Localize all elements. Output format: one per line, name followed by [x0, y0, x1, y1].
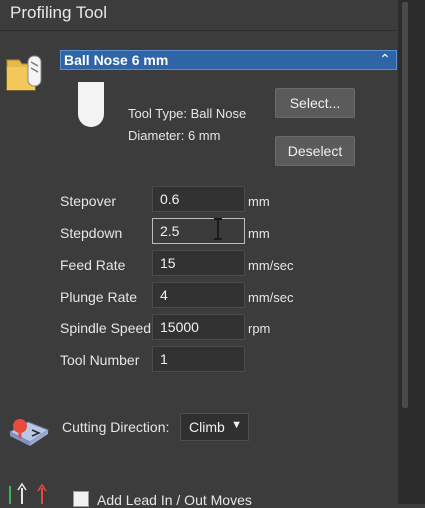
- spindle-speed-unit: rpm: [248, 321, 271, 336]
- text-cursor-icon: [214, 218, 222, 240]
- profiling-tool-panel: Profiling Tool Ball Nose 6 mm ⌃ Tool Typ…: [0, 0, 425, 508]
- tool-diameter-text: Diameter: 6 mm: [128, 128, 221, 143]
- plunge-rate-input[interactable]: 4: [152, 282, 245, 308]
- stepdown-unit: mm: [248, 226, 270, 241]
- plunge-rate-unit: mm/sec: [248, 290, 294, 305]
- stepover-unit: mm: [248, 194, 270, 209]
- stepover-input[interactable]: 0.6: [152, 186, 245, 212]
- collapse-chevron-icon[interactable]: ⌃: [376, 50, 394, 68]
- tool-number-input[interactable]: 1: [152, 346, 245, 372]
- stepdown-input[interactable]: 2.5: [152, 218, 245, 244]
- plunge-rate-label: Plunge Rate: [60, 289, 138, 305]
- title-divider: [0, 30, 396, 31]
- select-tool-button[interactable]: Select...: [275, 88, 355, 118]
- feed-rate-label: Feed Rate: [60, 257, 126, 273]
- scrollbar-thumb[interactable]: [402, 2, 408, 408]
- spindle-speed-label: Spindle Speed: [60, 320, 152, 336]
- feed-rate-unit: mm/sec: [248, 258, 294, 273]
- lead-moves-checkbox[interactable]: [73, 491, 89, 507]
- ball-nose-icon: [78, 82, 104, 127]
- cutting-direction-value: Climb: [189, 419, 225, 435]
- stepdown-label: Stepdown: [60, 225, 123, 241]
- tool-header-bar[interactable]: Ball Nose 6 mm ⌃: [60, 50, 397, 70]
- tool-type-text: Tool Type: Ball Nose: [128, 106, 247, 121]
- dropdown-arrow-icon: ▼: [231, 419, 242, 431]
- stepover-label: Stepover: [60, 193, 117, 209]
- cutting-direction-label: Cutting Direction:: [62, 419, 170, 435]
- tool-name: Ball Nose 6 mm: [64, 52, 169, 68]
- tool-number-label: Tool Number: [60, 352, 140, 368]
- deselect-tool-button[interactable]: Deselect: [275, 136, 355, 166]
- cutting-direction-icon: [8, 419, 50, 446]
- folder-tool-icon[interactable]: [5, 52, 50, 94]
- lead-moves-label: Add Lead In / Out Moves: [97, 492, 252, 508]
- cutting-direction-dropdown[interactable]: Climb ▼: [180, 413, 249, 441]
- lead-moves-icon: [9, 482, 47, 504]
- feed-rate-input[interactable]: 15: [152, 250, 245, 276]
- spindle-speed-input[interactable]: 15000: [152, 314, 245, 340]
- panel-title: Profiling Tool: [10, 3, 108, 22]
